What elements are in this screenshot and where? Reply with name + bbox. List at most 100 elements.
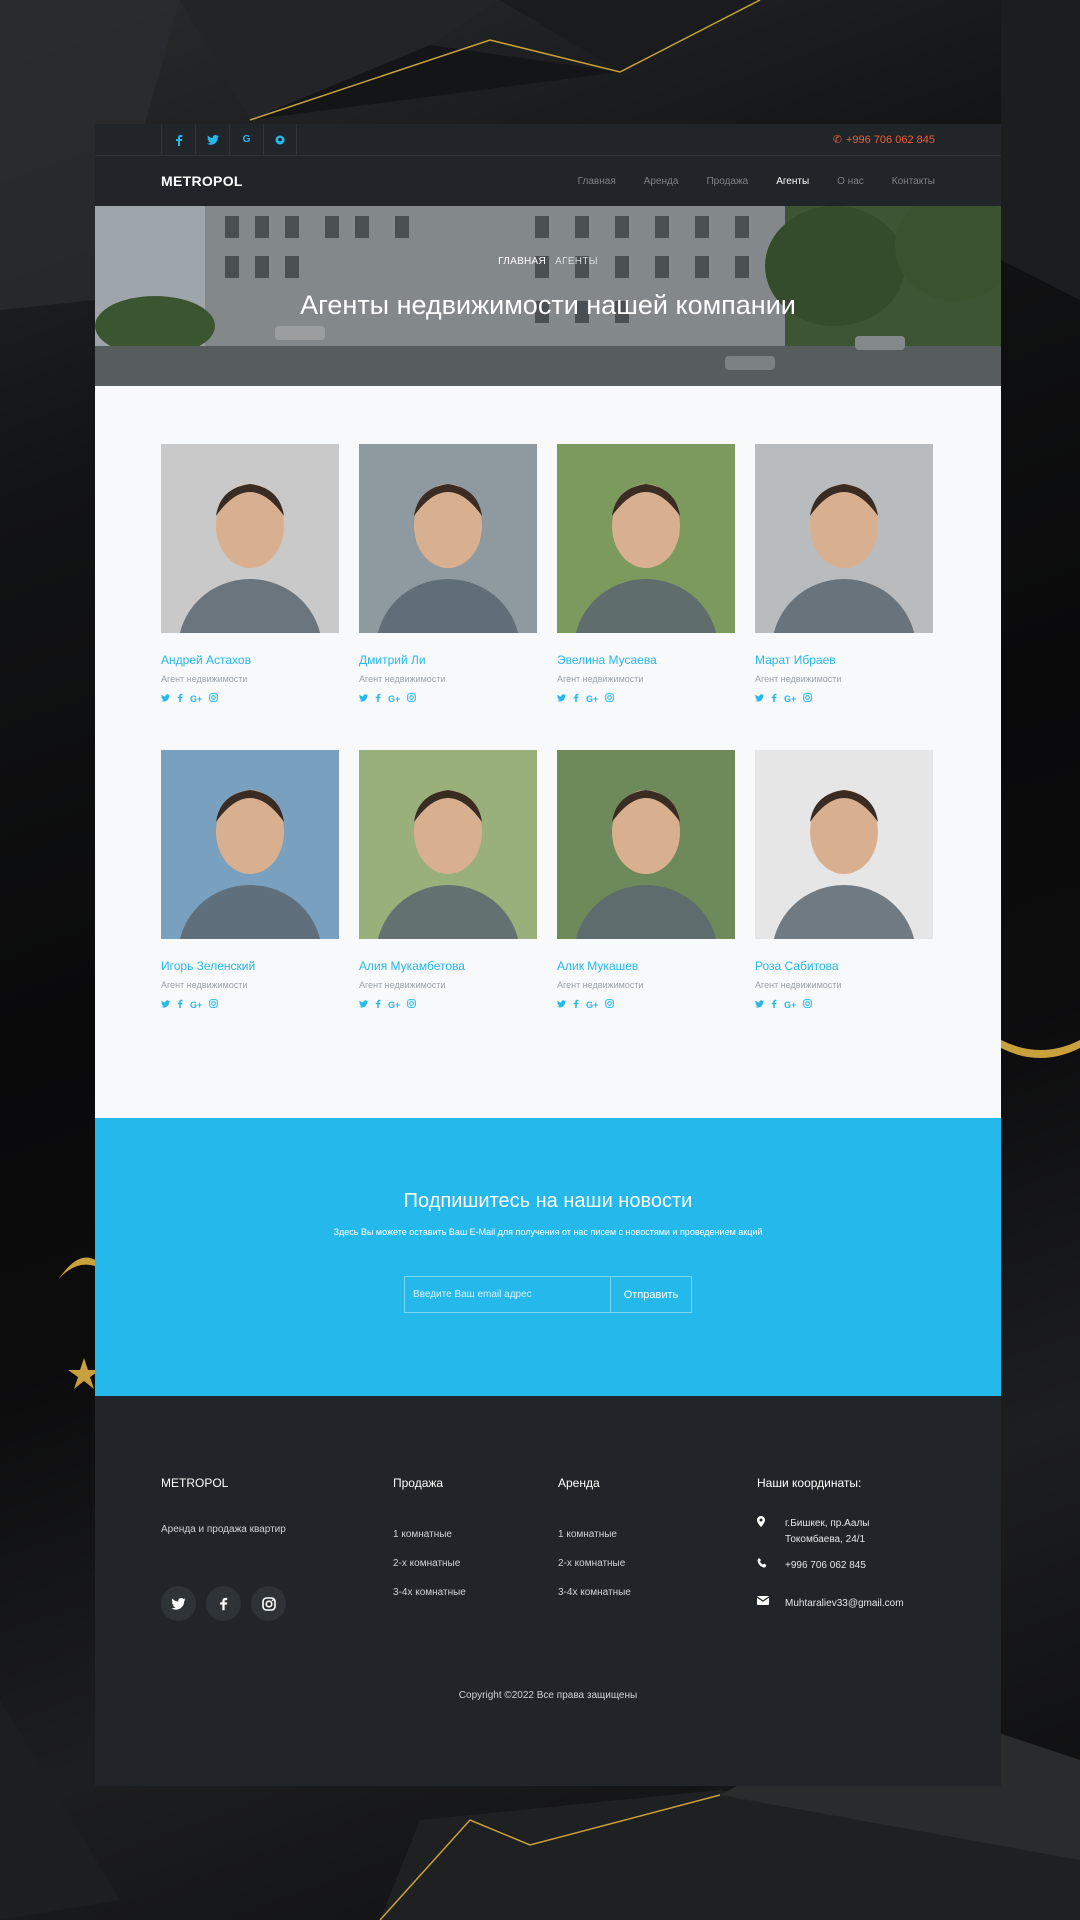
- agent-name[interactable]: Алия Мукамбетова: [359, 959, 537, 973]
- google-plus-icon[interactable]: G+: [388, 694, 400, 704]
- google-plus-icon[interactable]: G+: [586, 1000, 598, 1010]
- google-plus-icon[interactable]: G+: [784, 1000, 796, 1010]
- instagram-icon[interactable]: [209, 999, 219, 1010]
- agent-card: Дмитрий Ли Агент недвижимости G+: [359, 444, 537, 750]
- footer-brand: METROPOL: [161, 1476, 229, 1490]
- twitter-icon[interactable]: [557, 999, 566, 1010]
- facebook-icon[interactable]: [177, 999, 183, 1010]
- twitter-icon[interactable]: [755, 693, 764, 704]
- agent-photo[interactable]: [557, 750, 735, 939]
- instagram-icon[interactable]: [605, 693, 615, 704]
- nav-item-home[interactable]: Главная: [578, 176, 616, 187]
- agent-photo[interactable]: [359, 750, 537, 939]
- agent-social-links: G+: [359, 999, 537, 1010]
- agent-photo[interactable]: [755, 750, 933, 939]
- google-plus-icon[interactable]: G+: [190, 694, 202, 704]
- instagram-icon[interactable]: [407, 693, 417, 704]
- twitter-icon[interactable]: [161, 999, 170, 1010]
- footer-rent-link-3[interactable]: 3-4х комнатные: [558, 1587, 631, 1598]
- facebook-icon[interactable]: [177, 693, 183, 704]
- facebook-icon[interactable]: [206, 1586, 241, 1621]
- agents-section: Андрей Астахов Агент недвижимости G+ Дмитри…: [95, 386, 1001, 1118]
- contact-phone-number[interactable]: +996 706 062 845: [785, 1558, 866, 1574]
- facebook-icon[interactable]: [771, 693, 777, 704]
- copyright: Copyright ©2022 Все права защищены: [458, 1690, 638, 1701]
- top-social-links: G: [161, 124, 297, 156]
- google-plus-icon[interactable]: G: [229, 124, 263, 156]
- nav-item-agents[interactable]: Агенты: [776, 176, 809, 187]
- facebook-icon[interactable]: [771, 999, 777, 1010]
- google-plus-icon[interactable]: G+: [388, 1000, 400, 1010]
- breadcrumb-home[interactable]: ГЛАВНАЯ: [498, 256, 546, 267]
- footer-sale-link-1[interactable]: 1 комнатные: [393, 1529, 466, 1540]
- agent-name[interactable]: Роза Сабитова: [755, 959, 933, 973]
- pinterest-icon[interactable]: [263, 124, 297, 156]
- nav-item-sale[interactable]: Продажа: [706, 176, 748, 187]
- footer-sale-link-3[interactable]: 3-4х комнатные: [393, 1587, 466, 1598]
- agent-photo[interactable]: [161, 444, 339, 633]
- subscribe-button[interactable]: Отправить: [611, 1277, 691, 1312]
- facebook-icon[interactable]: [573, 693, 579, 704]
- agent-name[interactable]: Марат Ибраев: [755, 653, 933, 667]
- google-plus-icon[interactable]: G+: [784, 694, 796, 704]
- twitter-icon[interactable]: [755, 999, 764, 1010]
- facebook-icon[interactable]: [375, 693, 381, 704]
- nav-item-rent[interactable]: Аренда: [644, 176, 679, 187]
- instagram-icon[interactable]: [407, 999, 417, 1010]
- contact-email-address[interactable]: Muhtaraliev33@gmail.com: [785, 1596, 904, 1612]
- google-plus-icon[interactable]: G+: [586, 694, 598, 704]
- instagram-icon[interactable]: [209, 693, 219, 704]
- phone-icon: [757, 1558, 785, 1574]
- agent-role: Агент недвижимости: [161, 980, 248, 990]
- top-phone-number: +996 706 062 845: [845, 133, 935, 146]
- facebook-icon[interactable]: [375, 999, 381, 1010]
- instagram-icon[interactable]: [803, 999, 813, 1010]
- address-line-2: Токомбаева, 24/1: [785, 1534, 866, 1545]
- twitter-icon[interactable]: [557, 693, 566, 704]
- agent-card: Марат Ибраев Агент недвижимости G+: [755, 444, 933, 750]
- agent-role: Агент недвижимости: [359, 674, 446, 684]
- website-frame: G ✆ +996 706 062 845 METROPOL Главная Ар…: [95, 124, 1001, 1786]
- nav-item-about[interactable]: О нас: [837, 176, 864, 187]
- twitter-icon[interactable]: [161, 693, 170, 704]
- instagram-icon[interactable]: [803, 693, 813, 704]
- footer-sale-link-2[interactable]: 2-х комнатные: [393, 1558, 466, 1569]
- agent-name[interactable]: Андрей Астахов: [161, 653, 339, 667]
- footer-rent-link-1[interactable]: 1 комнатные: [558, 1529, 631, 1540]
- agent-photo[interactable]: [755, 444, 933, 633]
- facebook-icon[interactable]: [573, 999, 579, 1010]
- footer-rent-link-2[interactable]: 2-х комнатные: [558, 1558, 631, 1569]
- twitter-icon[interactable]: [195, 124, 229, 156]
- footer-contact-title: Наши координаты:: [757, 1476, 862, 1490]
- agent-social-links: G+: [359, 693, 537, 704]
- nav-menu: Главная Аренда Продажа Агенты О нас Конт…: [578, 176, 935, 187]
- agent-social-links: G+: [557, 999, 735, 1010]
- contact-email: Muhtaraliev33@gmail.com: [756, 1596, 904, 1612]
- nav-item-contacts[interactable]: Контакты: [892, 176, 935, 187]
- logo[interactable]: METROPOL: [161, 173, 243, 189]
- google-plus-icon[interactable]: G+: [190, 1000, 202, 1010]
- twitter-icon[interactable]: [359, 999, 368, 1010]
- agent-photo[interactable]: [359, 444, 537, 633]
- agent-photo[interactable]: [557, 444, 735, 633]
- agent-role: Агент недвижимости: [755, 674, 842, 684]
- newsletter-title: Подпишитесь на наши новости: [403, 1190, 693, 1212]
- agent-social-links: G+: [755, 999, 933, 1010]
- agent-social-links: G+: [161, 693, 339, 704]
- agent-card: Игорь Зеленский Агент недвижимости G+: [161, 750, 339, 1056]
- top-phone[interactable]: ✆ +996 706 062 845: [833, 133, 935, 147]
- email-input[interactable]: [405, 1277, 611, 1312]
- agent-card: Андрей Астахов Агент недвижимости G+: [161, 444, 339, 750]
- breadcrumb-current: АГЕНТЫ: [555, 256, 598, 267]
- agent-name[interactable]: Дмитрий Ли: [359, 653, 537, 667]
- agent-name[interactable]: Эвелина Мусаева: [557, 653, 735, 667]
- twitter-icon[interactable]: [359, 693, 368, 704]
- agent-photo[interactable]: [161, 750, 339, 939]
- agent-role: Агент недвижимости: [557, 674, 644, 684]
- agent-name[interactable]: Алик Мукашев: [557, 959, 735, 973]
- agent-name[interactable]: Игорь Зеленский: [161, 959, 339, 973]
- instagram-icon[interactable]: [251, 1586, 286, 1621]
- twitter-icon[interactable]: [161, 1586, 196, 1621]
- instagram-icon[interactable]: [605, 999, 615, 1010]
- facebook-icon[interactable]: [161, 124, 195, 156]
